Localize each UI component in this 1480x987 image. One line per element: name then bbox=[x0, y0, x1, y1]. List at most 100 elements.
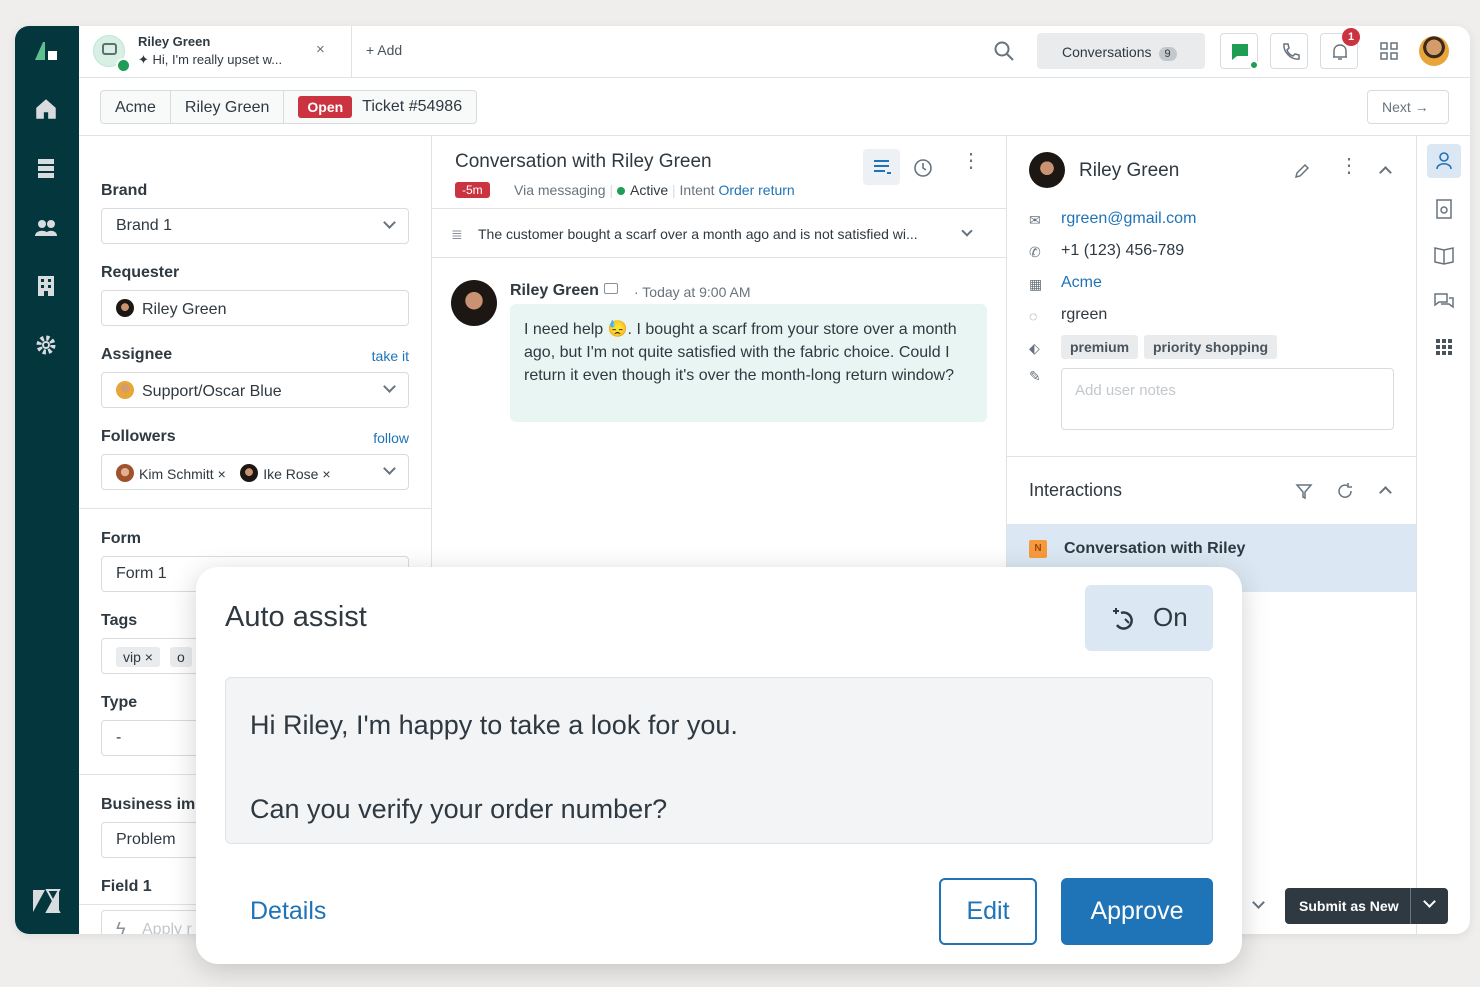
user-avatar[interactable] bbox=[1419, 36, 1449, 66]
assignee-label: Assignee bbox=[101, 346, 173, 363]
settings-gear-icon[interactable] bbox=[31, 333, 61, 363]
add-tab-button[interactable]: + Add bbox=[366, 42, 402, 58]
home-icon[interactable] bbox=[31, 96, 61, 126]
history-icon[interactable] bbox=[913, 158, 933, 183]
tab-snippet-text: Hi, I'm really upset w... bbox=[152, 52, 283, 67]
search-document-icon[interactable] bbox=[1427, 192, 1461, 226]
customer-org[interactable]: Acme bbox=[1061, 274, 1102, 292]
knowledge-book-icon[interactable] bbox=[1427, 238, 1461, 272]
submit-divider bbox=[1410, 888, 1411, 924]
customer-avatar bbox=[1029, 152, 1065, 188]
auto-assist-small-icon: ✦ bbox=[138, 52, 153, 67]
ticket-tab[interactable]: Riley Green ✦ Hi, I'm really upset w... … bbox=[79, 26, 352, 78]
user-notes-input[interactable]: Add user notes bbox=[1061, 368, 1394, 430]
divider bbox=[79, 508, 431, 509]
left-nav-rail bbox=[15, 26, 79, 934]
views-icon[interactable] bbox=[31, 156, 61, 186]
new-badge: N bbox=[1029, 540, 1047, 558]
conversations-button[interactable]: Conversations 9 bbox=[1037, 33, 1205, 69]
follower-avatar bbox=[240, 464, 259, 482]
tab-title: Riley Green bbox=[138, 34, 211, 49]
follow-link[interactable]: follow bbox=[373, 430, 409, 446]
field1-label: Field 1 bbox=[101, 878, 152, 895]
chat-bubbles-icon[interactable] bbox=[1427, 284, 1461, 318]
sla-badge: -5m bbox=[455, 182, 490, 198]
followers-field[interactable]: Kim Schmitt × Ike Rose × bbox=[101, 454, 409, 490]
edit-button[interactable]: Edit bbox=[939, 878, 1037, 945]
assignee-select[interactable]: Support/Oscar Blue bbox=[101, 372, 409, 408]
intent-value[interactable]: Order return bbox=[718, 182, 794, 198]
refresh-icon[interactable] bbox=[1336, 482, 1354, 505]
take-it-link[interactable]: take it bbox=[372, 348, 409, 364]
followers-label: Followers bbox=[101, 428, 176, 445]
customer-context-icon[interactable] bbox=[1427, 144, 1461, 178]
more-options-icon[interactable]: ⋮ bbox=[1339, 156, 1359, 176]
channel-avatar bbox=[93, 35, 131, 73]
auto-assist-title: Auto assist bbox=[225, 601, 367, 633]
ticket-number: Ticket #54986 bbox=[362, 98, 463, 115]
requester-value: Riley Green bbox=[142, 301, 227, 318]
customers-icon[interactable] bbox=[31, 216, 61, 246]
chevron-up-icon[interactable] bbox=[1379, 486, 1392, 499]
message-bubble-icon bbox=[102, 43, 117, 55]
tag-chip[interactable]: vip × bbox=[116, 647, 160, 667]
customer-email[interactable]: rgreen@gmail.com bbox=[1061, 210, 1196, 228]
chevron-down-icon bbox=[383, 462, 396, 475]
list-icon bbox=[874, 160, 891, 174]
messaging-status-button[interactable] bbox=[1220, 33, 1259, 70]
search-icon[interactable] bbox=[993, 40, 1015, 62]
apps-icon[interactable] bbox=[1427, 330, 1461, 364]
follower-chip[interactable]: Ike Rose × bbox=[240, 464, 331, 482]
phone-button[interactable] bbox=[1270, 33, 1308, 69]
summary-toggle-button[interactable] bbox=[863, 149, 900, 185]
tag-chip[interactable]: o bbox=[169, 647, 192, 667]
brand-value: Brand 1 bbox=[116, 217, 173, 234]
online-dot bbox=[1249, 60, 1259, 70]
customer-avatar bbox=[451, 280, 497, 326]
customer-tag[interactable]: priority shopping bbox=[1144, 335, 1278, 359]
auto-assist-card: Auto assist On Hi Riley, I'm happy to ta… bbox=[196, 567, 1242, 964]
details-link[interactable]: Details bbox=[250, 897, 326, 926]
zendesk-logo-icon[interactable] bbox=[31, 888, 61, 918]
message-bubble: I need help 😓. I bought a scarf from you… bbox=[510, 304, 987, 422]
summary-icon: ≣ bbox=[451, 226, 463, 242]
approve-button[interactable]: Approve bbox=[1061, 878, 1213, 945]
apps-grid-button[interactable] bbox=[1370, 33, 1408, 69]
requester-field[interactable]: Riley Green bbox=[101, 290, 409, 326]
breadcrumb-requester[interactable]: Riley Green bbox=[171, 91, 285, 123]
chevron-down-icon bbox=[383, 380, 396, 393]
follower-chip[interactable]: Kim Schmitt × bbox=[116, 464, 226, 482]
conversation-summary[interactable]: ≣ The customer bought a scarf over a mon… bbox=[432, 208, 1006, 258]
suggested-reply[interactable]: Hi Riley, I'm happy to take a look for y… bbox=[225, 677, 1213, 844]
close-tab-icon[interactable]: × bbox=[316, 41, 325, 58]
auto-assist-toggle[interactable]: On bbox=[1085, 585, 1213, 651]
requester-label: Requester bbox=[101, 264, 180, 281]
organizations-icon[interactable] bbox=[31, 274, 61, 304]
customer-name: Riley Green bbox=[1079, 160, 1180, 181]
type-label: Type bbox=[101, 694, 138, 711]
context-apps-rail bbox=[1416, 136, 1470, 934]
phone-icon bbox=[1283, 43, 1300, 60]
logo-icon[interactable] bbox=[31, 36, 61, 66]
chevron-down-icon[interactable] bbox=[1423, 895, 1436, 908]
edit-pencil-icon[interactable] bbox=[1293, 162, 1311, 185]
active-dot bbox=[617, 187, 625, 195]
brand-select[interactable]: Brand 1 bbox=[101, 208, 409, 244]
breadcrumb-org[interactable]: Acme bbox=[101, 91, 171, 123]
tag-icon: ⬖ bbox=[1029, 340, 1040, 356]
assignee-avatar bbox=[116, 381, 134, 399]
customer-tag[interactable]: premium bbox=[1061, 335, 1139, 359]
filter-icon[interactable] bbox=[1295, 482, 1313, 505]
more-options-icon[interactable]: ⋮ bbox=[961, 151, 981, 171]
conversations-count: 9 bbox=[1158, 47, 1177, 61]
submit-button[interactable]: Submit as New bbox=[1285, 888, 1448, 924]
next-button[interactable]: Next → bbox=[1367, 90, 1449, 124]
top-bar: Riley Green ✦ Hi, I'm really upset w... … bbox=[79, 26, 1470, 78]
ticket-header-row: Acme Riley Green Open Ticket #54986 Next… bbox=[79, 78, 1470, 136]
breadcrumb-ticket[interactable]: Open Ticket #54986 bbox=[284, 91, 476, 123]
notes-icon: ✎ bbox=[1029, 368, 1041, 384]
apply-macro-label: Apply r bbox=[142, 921, 192, 934]
submit-label: Submit as New bbox=[1299, 898, 1399, 914]
summary-text: The customer bought a scarf over a month… bbox=[478, 226, 918, 242]
chevron-up-icon[interactable] bbox=[1379, 166, 1392, 179]
